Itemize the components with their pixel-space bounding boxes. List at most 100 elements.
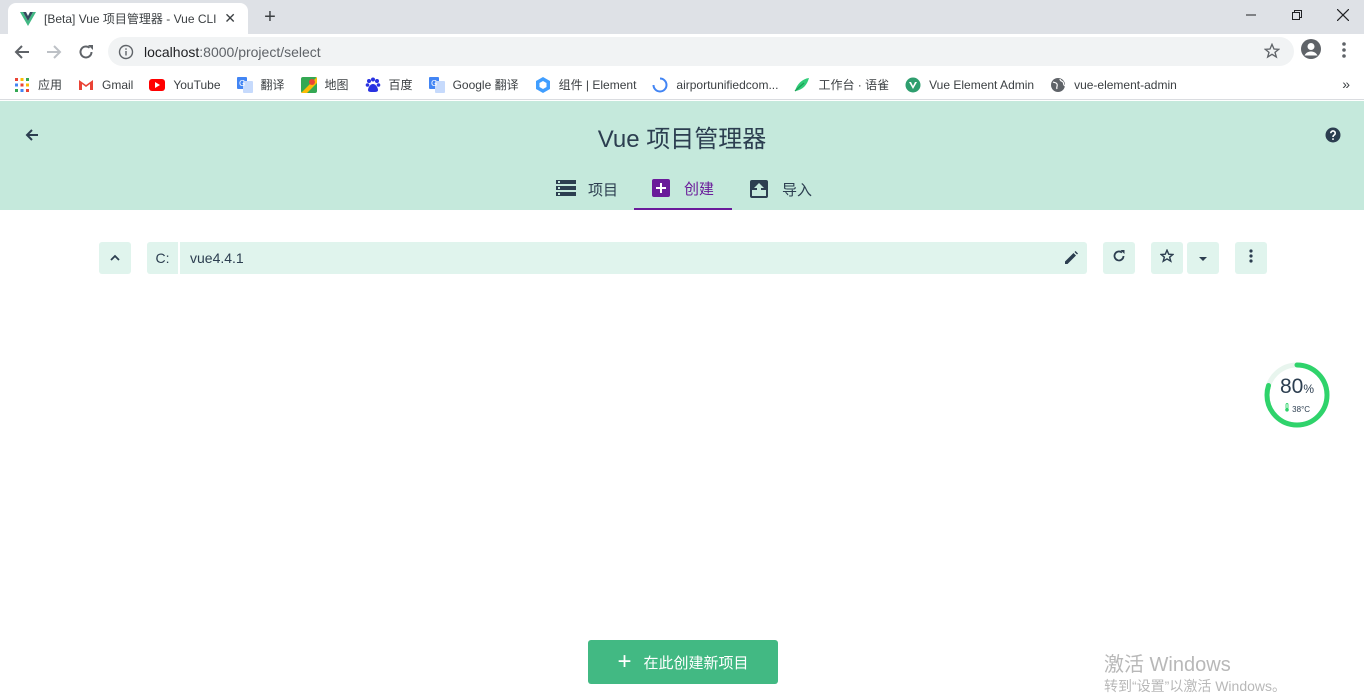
bookmarks-overflow-button[interactable]: » [1342, 76, 1350, 92]
bookmark-label: 工作台 · 语雀 [818, 78, 890, 92]
thermometer-icon [1284, 403, 1292, 414]
create-project-button[interactable]: + 在此创建新项目 [588, 640, 778, 684]
bookmark-label: 翻译 [260, 78, 285, 92]
bookmark-translate[interactable]: G 翻译 [236, 76, 285, 93]
browser-tabstrip: [Beta] Vue 项目管理器 - Vue CLI ✕ + [0, 0, 1364, 34]
close-icon[interactable]: ✕ [222, 10, 238, 27]
drive-segment[interactable]: C: [147, 242, 180, 274]
folder-up-button[interactable] [99, 242, 131, 274]
bookmark-label: YouTube [173, 77, 221, 92]
back-arrow-icon[interactable] [8, 38, 36, 66]
temperature-value: 38°C [1292, 405, 1311, 414]
restore-icon[interactable] [1274, 0, 1320, 30]
window-close-icon[interactable] [1320, 0, 1364, 30]
apps-grid-icon [14, 77, 30, 93]
bookmark-gmail[interactable]: Gmail [78, 77, 133, 93]
bookmark-apps[interactable]: 应用 [14, 76, 62, 93]
bookmark-google-translate[interactable]: G Google 翻译 [428, 76, 519, 93]
activation-watermark-subtitle: 转到“设置”以激活 Windows。 [1104, 678, 1287, 694]
list-icon [555, 179, 576, 200]
bookmarks-bar: 应用 Gmail YouTube G 翻译 地图 百度 G Google 翻译 … [0, 70, 1364, 100]
browser-tab[interactable]: [Beta] Vue 项目管理器 - Vue CLI ✕ [8, 3, 248, 34]
bookmark-vue-element-admin-globe[interactable]: vue-element-admin [1050, 77, 1177, 93]
bookmark-label: 应用 [38, 78, 63, 92]
bookmark-label: Google 翻译 [452, 78, 519, 92]
bookmark-maps[interactable]: 地图 [300, 76, 349, 93]
bookmark-baidu[interactable]: 百度 [365, 76, 413, 93]
app-tabs: 项目 创建 导入 [540, 169, 830, 210]
add-box-icon [651, 178, 672, 199]
create-project-label: 在此创建新项目 [643, 654, 749, 672]
page-title: Vue 项目管理器 [597, 126, 767, 153]
bookmark-label: Vue Element Admin [929, 77, 1035, 92]
bookmark-label: airportunifiedcom... [676, 77, 779, 92]
import-icon [749, 179, 770, 200]
minimize-icon[interactable] [1228, 0, 1274, 30]
bookmark-star-icon[interactable] [1263, 42, 1281, 64]
system-gauge-widget[interactable]: 80% 38°C [1263, 361, 1331, 429]
bookmark-element[interactable]: 组件 | Element [535, 76, 637, 93]
caret-down-icon [1198, 249, 1208, 267]
url-path: :8000/project/select [199, 43, 321, 60]
baidu-icon [365, 77, 381, 93]
url-text: localhost:8000/project/select [144, 44, 321, 60]
refresh-icon [1112, 249, 1126, 268]
path-field[interactable]: C: vue4.4.1 [147, 242, 1087, 274]
gauge-temperature: 38°C [1263, 403, 1331, 414]
yuque-icon [794, 77, 810, 93]
vue-icon [20, 11, 36, 27]
maps-icon [300, 76, 317, 93]
google-translate-icon: G [428, 76, 445, 93]
bookmark-vue-element-admin[interactable]: Vue Element Admin [905, 77, 1034, 93]
loading-icon [652, 77, 668, 93]
screen: [Beta] Vue 项目管理器 - Vue CLI ✕ + localhost… [0, 0, 1364, 698]
gauge-percent-value: 80 [1279, 375, 1304, 398]
reload-icon[interactable] [72, 38, 100, 66]
favorite-button[interactable] [1151, 242, 1183, 274]
gauge-percent-sign: % [1303, 382, 1315, 396]
more-options-button[interactable] [1235, 242, 1267, 274]
plus-icon: + [617, 648, 632, 675]
tab-title: [Beta] Vue 项目管理器 - Vue CLI [44, 12, 217, 26]
help-icon[interactable] [1325, 127, 1341, 143]
refresh-button[interactable] [1103, 242, 1135, 274]
bookmark-label: Gmail [102, 77, 134, 92]
svg-text:G: G [431, 79, 437, 88]
bookmark-yuque[interactable]: 工作台 · 语雀 [794, 76, 889, 93]
tab-label: 项目 [587, 182, 618, 199]
forward-arrow-icon[interactable] [40, 38, 68, 66]
bookmark-label: 地图 [324, 78, 349, 92]
tab-import[interactable]: 导入 [732, 169, 830, 210]
translate-icon: G [236, 76, 253, 93]
bookmark-label: 组件 | Element [558, 78, 637, 92]
address-bar[interactable]: localhost:8000/project/select [108, 37, 1294, 66]
tab-label: 创建 [683, 181, 714, 198]
browser-toolbar: localhost:8000/project/select [0, 34, 1364, 70]
star-outline-icon [1159, 247, 1175, 268]
activation-watermark-title: 激活 Windows [1104, 654, 1231, 676]
folder-segment[interactable]: vue4.4.1 [190, 250, 244, 266]
new-tab-button[interactable]: + [258, 5, 282, 29]
bookmark-label: vue-element-admin [1074, 77, 1177, 92]
youtube-icon [149, 77, 166, 93]
svg-text:G: G [239, 79, 245, 88]
bookmark-youtube[interactable]: YouTube [149, 77, 221, 93]
tab-label: 导入 [781, 182, 812, 199]
chevron-up-icon [109, 249, 121, 267]
info-icon[interactable] [118, 44, 134, 60]
edit-pencil-icon[interactable] [1063, 250, 1079, 266]
gauge-percent: 80% [1263, 375, 1331, 399]
bookmark-label: 百度 [388, 78, 413, 92]
globe-icon [1050, 77, 1066, 93]
profile-avatar-icon[interactable] [1300, 38, 1324, 62]
tab-projects[interactable]: 项目 [540, 169, 634, 210]
browser-menu-icon[interactable] [1336, 40, 1352, 60]
app-header: Vue 项目管理器 项目 创建 导入 [0, 101, 1364, 210]
more-vert-icon [1249, 248, 1253, 268]
bookmark-airport[interactable]: airportunifiedcom... [652, 77, 778, 93]
tab-create[interactable]: 创建 [634, 169, 732, 210]
vue-icon [905, 77, 921, 93]
url-host: localhost [144, 43, 200, 60]
gmail-icon [78, 77, 94, 93]
favorites-dropdown-button[interactable] [1187, 242, 1219, 274]
